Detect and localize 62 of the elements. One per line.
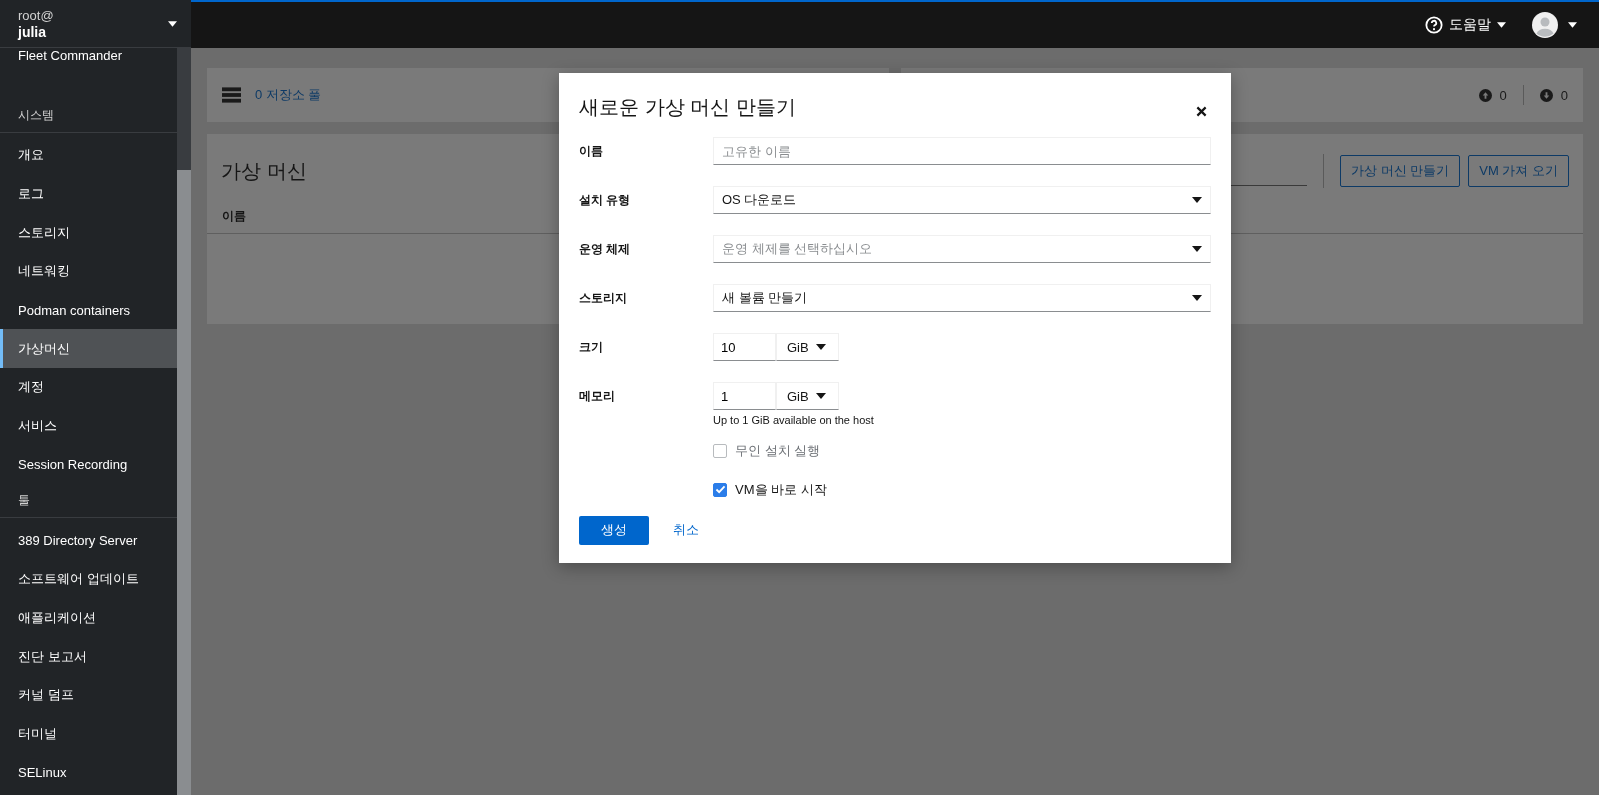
checkbox-label: 무인 설치 실행 bbox=[735, 441, 821, 460]
up-count: 0 bbox=[1499, 87, 1507, 103]
caret-icon bbox=[168, 20, 177, 27]
scrollbar[interactable] bbox=[177, 48, 191, 795]
avatar-icon bbox=[1532, 12, 1558, 38]
arrow-down-icon bbox=[1539, 88, 1553, 102]
number-field[interactable]: 1 bbox=[713, 382, 776, 410]
nav-item[interactable]: 진단 보고서 bbox=[0, 637, 177, 676]
select-field[interactable]: OS 다운로드 bbox=[713, 186, 1211, 214]
down-count: 0 bbox=[1560, 87, 1568, 103]
caret-icon bbox=[1192, 295, 1202, 301]
nav-item[interactable]: 스토리지 bbox=[0, 213, 177, 253]
server-icon bbox=[222, 87, 241, 103]
caret-icon bbox=[1192, 197, 1202, 203]
caret-icon bbox=[1192, 246, 1202, 252]
nav-item[interactable]: 터미널 bbox=[0, 714, 177, 754]
help-menu[interactable]: 도움말 bbox=[1425, 16, 1506, 34]
nav-item[interactable]: 가상머신 bbox=[0, 329, 177, 369]
column-header: 이름 bbox=[222, 209, 246, 223]
nav-item[interactable]: 로그 bbox=[0, 174, 177, 214]
caret-icon bbox=[816, 344, 826, 350]
field-label: 메모리 bbox=[579, 388, 616, 405]
card-title: 가상 머신 bbox=[221, 158, 307, 184]
field-label: 스토리지 bbox=[579, 290, 628, 307]
help-icon bbox=[1425, 16, 1443, 34]
unit-select[interactable]: GiB bbox=[776, 333, 839, 361]
scrollbar-thumb[interactable] bbox=[177, 170, 191, 795]
host-user: root@ bbox=[18, 7, 54, 24]
nav-item[interactable]: 개요 bbox=[0, 136, 177, 175]
helper-text: Up to 1 GiB available on the host bbox=[713, 414, 875, 426]
user-menu[interactable] bbox=[1532, 12, 1577, 38]
field-label: 설치 유형 bbox=[579, 192, 632, 209]
cancel-button[interactable]: 취소 bbox=[659, 515, 713, 545]
caret-icon bbox=[816, 393, 826, 399]
field-label: 운영 체제 bbox=[579, 241, 632, 258]
dialog-title: 새로운 가상 머신 만들기 bbox=[579, 94, 796, 120]
number-field[interactable]: 10 bbox=[713, 333, 776, 361]
close-icon[interactable] bbox=[1196, 105, 1207, 117]
create-button[interactable]: 생성 bbox=[579, 515, 649, 545]
select-field[interactable]: 운영 체제를 선택하십시오 bbox=[713, 235, 1211, 263]
nav-item[interactable]: Fleet Commander bbox=[0, 48, 177, 72]
caret-icon bbox=[1568, 22, 1577, 28]
input-field[interactable]: 고유한 이름 bbox=[713, 137, 1211, 165]
field-label: 크기 bbox=[579, 339, 604, 356]
select-field[interactable]: 새 볼륨 만들기 bbox=[713, 284, 1211, 312]
nav-item[interactable]: 389 Directory Server bbox=[0, 521, 177, 560]
caret-icon bbox=[1497, 22, 1506, 28]
nav-item[interactable]: SELinux bbox=[0, 753, 177, 792]
checkbox-label: VM을 바로 시작 bbox=[735, 480, 827, 499]
nav-item[interactable]: 애플리케이션 bbox=[0, 598, 177, 638]
nav-item[interactable]: 계정 bbox=[0, 368, 177, 407]
nav-item[interactable]: 서비스 bbox=[0, 406, 177, 446]
checkbox[interactable] bbox=[713, 482, 727, 497]
nav-item[interactable]: Podman containers bbox=[0, 290, 177, 330]
nav-item[interactable]: 소프트웨어 업데이트 bbox=[0, 559, 177, 599]
nav-item[interactable]: 커널 덤프 bbox=[0, 675, 177, 715]
arrow-up-icon bbox=[1478, 88, 1492, 102]
host-name: julia bbox=[18, 23, 47, 40]
field-label: 이름 bbox=[579, 143, 604, 160]
unit-select[interactable]: GiB bbox=[776, 382, 839, 410]
nav-item[interactable]: Session Recording bbox=[0, 445, 177, 485]
nav-item[interactable]: 네트워킹 bbox=[0, 252, 177, 291]
